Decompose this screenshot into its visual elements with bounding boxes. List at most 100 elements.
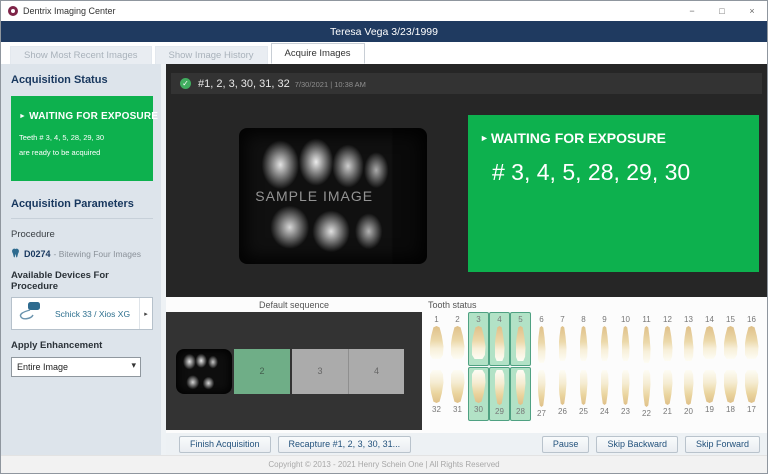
tooth-cell-15[interactable]: 15	[720, 312, 741, 366]
tooth-cell-30[interactable]: 30	[468, 367, 489, 421]
tooth-cell-23[interactable]: 23	[615, 367, 636, 421]
tooth-number: 10	[621, 315, 630, 324]
tooth-cell-21[interactable]: 21	[657, 367, 678, 421]
tooth-icon	[450, 370, 465, 403]
sequence-panel: 2 3 4	[166, 312, 422, 430]
tooth-cell-2[interactable]: 2	[447, 312, 468, 366]
tooth-number: 29	[495, 407, 504, 416]
tooth-number: 7	[560, 315, 565, 324]
main-panel: ✓ #1, 2, 3, 30, 31, 32 7/30/2021 | 10:38…	[161, 64, 767, 455]
acquisition-status-heading: Acquisition Status	[11, 74, 108, 86]
tooth-icon	[494, 370, 505, 405]
tooth-cell-3[interactable]: 3	[468, 312, 489, 366]
tooth-number: 6	[539, 315, 544, 324]
tooth-icon	[702, 326, 717, 359]
recapture-button[interactable]: Recapture #1, 2, 3, 30, 31...	[277, 435, 412, 453]
action-bar: Finish Acquisition Recapture #1, 2, 3, 3…	[166, 433, 767, 455]
tooth-cell-17[interactable]: 17	[741, 367, 762, 421]
close-button[interactable]: ×	[737, 1, 767, 21]
tooth-icon	[642, 370, 651, 407]
skip-backward-button[interactable]: Skip Backward	[596, 435, 678, 453]
tooth-cell-18[interactable]: 18	[720, 367, 741, 421]
tooth-cell-5[interactable]: 5	[510, 312, 531, 366]
tooth-cell-20[interactable]: 20	[678, 367, 699, 421]
tooth-cell-16[interactable]: 16	[741, 312, 762, 366]
status-ready-line: are ready to be acquired	[19, 148, 101, 157]
tooth-number: 28	[516, 407, 525, 416]
tooth-number: 3	[476, 315, 481, 324]
tooth-cell-31[interactable]: 31	[447, 367, 468, 421]
device-expand-arrow-icon[interactable]: ▸	[139, 298, 152, 329]
tooth-icon	[494, 326, 505, 361]
tooth-icon	[683, 326, 694, 361]
sequence-slot-number: 2	[259, 366, 265, 376]
tooth-icon	[558, 326, 567, 361]
device-select-button[interactable]: Schick 33 / Xios XG ▸	[11, 297, 153, 330]
sequence-slot-thumbnail[interactable]	[176, 348, 232, 394]
tooth-cell-4[interactable]: 4	[489, 312, 510, 366]
status-title: ► WAITING FOR EXPOSURE	[19, 111, 159, 122]
title-bar: Dentrix Imaging Center − □ ×	[1, 1, 767, 21]
tooth-number: 18	[726, 405, 735, 414]
tooth-icon	[642, 326, 651, 363]
tooth-cell-13[interactable]: 13	[678, 312, 699, 366]
minimize-button[interactable]: −	[677, 1, 707, 21]
sequence-slot-2[interactable]: 2	[234, 348, 290, 394]
tooth-cell-6[interactable]: 6	[531, 312, 552, 366]
xray-preview-image: SAMPLE IMAGE	[239, 128, 427, 264]
procedure-name: Bitewing Four Images	[58, 249, 141, 259]
maximize-button[interactable]: □	[707, 1, 737, 21]
finish-acquisition-button[interactable]: Finish Acquisition	[179, 435, 271, 453]
tooth-icon	[600, 326, 609, 361]
skip-forward-button[interactable]: Skip Forward	[684, 435, 760, 453]
tooth-cell-27[interactable]: 27	[531, 367, 552, 421]
tooth-cell-8[interactable]: 8	[573, 312, 594, 366]
tooth-icon	[537, 326, 546, 363]
tooth-number: 9	[602, 315, 607, 324]
tooth-cell-7[interactable]: 7	[552, 312, 573, 366]
tooth-cell-29[interactable]: 29	[489, 367, 510, 421]
play-arrow-icon: ►	[19, 113, 27, 120]
acquisition-status-box: ► WAITING FOR EXPOSURE Teeth # 3, 4, 5, 2…	[11, 96, 159, 181]
enhancement-select[interactable]: Entire Image	[11, 357, 141, 377]
sensor-icon	[18, 300, 46, 327]
tooth-cell-12[interactable]: 12	[657, 312, 678, 366]
tooth-icon	[744, 370, 759, 403]
exposure-status-title: ► WAITING FOR EXPOSURE	[480, 130, 666, 146]
tooth-cell-11[interactable]: 11	[636, 312, 657, 366]
tab-show-image-history[interactable]: Show Image History	[154, 46, 268, 64]
sequence-slot-4[interactable]: 4	[348, 348, 404, 394]
tooth-icon	[515, 326, 526, 361]
default-sequence-section: Default sequence 2 3 4	[166, 299, 422, 433]
tooth-number: 27	[537, 409, 546, 418]
tab-show-most-recent-images[interactable]: Show Most Recent Images	[10, 46, 152, 64]
image-timestamp: 7/30/2021 | 10:38 AM	[294, 80, 366, 89]
tooth-cell-28[interactable]: 28	[510, 367, 531, 421]
tooth-cell-32[interactable]: 32	[426, 367, 447, 421]
tooth-cell-24[interactable]: 24	[594, 367, 615, 421]
tooth-cell-14[interactable]: 14	[699, 312, 720, 366]
tooth-cell-19[interactable]: 19	[699, 367, 720, 421]
tooth-cell-22[interactable]: 22	[636, 367, 657, 421]
tooth-status-section: Tooth status 1 2 3 4 5 6 7 8 9 10 11 12 13 14 15 16 32 3…	[422, 299, 767, 433]
pause-button[interactable]: Pause	[541, 435, 590, 453]
tooth-icon	[558, 370, 567, 405]
tooth-cell-26[interactable]: 26	[552, 367, 573, 421]
tooth-icon	[662, 326, 673, 361]
tooth-number: 4	[497, 315, 502, 324]
procedure-separator: -	[53, 249, 57, 259]
tooth-number: 32	[432, 405, 441, 414]
sequence-slot-3[interactable]: 3	[292, 348, 348, 394]
tooth-icon	[579, 326, 588, 361]
tooth-cell-9[interactable]: 9	[594, 312, 615, 366]
tooth-icon	[683, 370, 694, 405]
tooth-icon	[621, 370, 630, 405]
procedure-row: D0274 - Bitewing Four Images	[11, 248, 153, 260]
tooth-icon	[723, 370, 738, 403]
tooth-cell-1[interactable]: 1	[426, 312, 447, 366]
tab-acquire-images[interactable]: Acquire Images	[270, 43, 365, 64]
tooth-cell-10[interactable]: 10	[615, 312, 636, 366]
tooth-number: 20	[684, 407, 693, 416]
tooth-icon	[600, 370, 609, 405]
tooth-cell-25[interactable]: 25	[573, 367, 594, 421]
